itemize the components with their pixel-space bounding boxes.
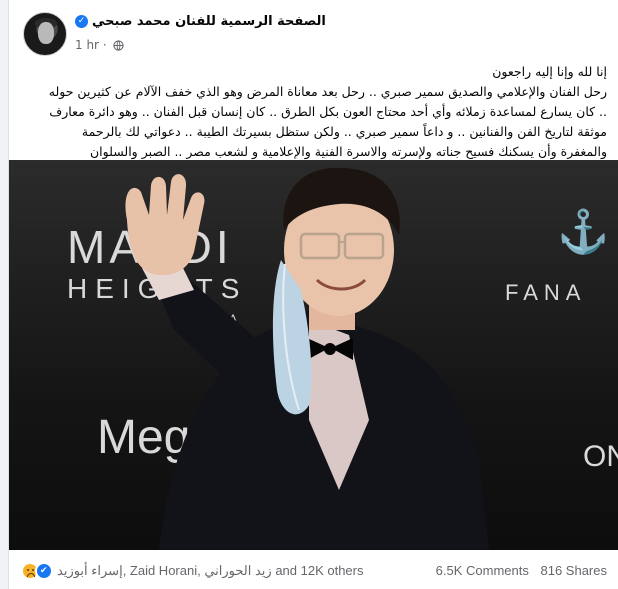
engagement-counts: 6.5K Comments 816 Shares [428,563,607,578]
page-name[interactable]: ✓ الصفحة الرسمية للفنان محمد صبحي [75,14,326,29]
page-avatar[interactable] [23,12,67,56]
post-text-line: رحل الفنان والإعلامي والصديق سمير صبري .… [48,84,607,99]
portrait-figure [125,167,489,550]
post-text-line: إنا لله وإنا إليه راجعون [492,64,607,79]
page-name-text[interactable]: الصفحة الرسمية للفنان محمد صبحي [92,14,326,29]
avatar-face [38,22,54,44]
post-text: إنا لله وإنا إليه راجعون رحل الفنان والإ… [21,62,607,162]
post-card: ✓ الصفحة الرسمية للفنان محمد صبحي 1 hr · … [8,0,618,589]
post-text-line: .. كان يسارع لمساعدة زملائه وأي أحد محتا… [49,104,607,119]
post-meta: 1 hr · [75,38,125,52]
post-header: ✓ الصفحة الرسمية للفنان محمد صبحي 1 hr · … [9,0,618,159]
post-text-line: موثقة لتاريخ الفن والفنانين .. و داعاً س… [81,124,607,139]
post-photo[interactable]: MAADI HEIGHTS SEA Mega FANA ⚓ ON [9,160,618,550]
like-reaction-icon[interactable] [35,562,53,580]
verified-badge-icon: ✓ [75,15,88,28]
comments-count[interactable]: 6.5K Comments [436,563,529,578]
post-text-line: والمغفرة وأن يسكنك فسيح جناته ولإسرته وا… [90,144,607,159]
shares-count[interactable]: 816 Shares [541,563,608,578]
waving-hand [125,174,205,276]
post-footer: إسراء أبوزيد, Zaid Horani, زيد الحوراني … [9,551,618,589]
reaction-names[interactable]: إسراء أبوزيد, Zaid Horani, زيد الحوراني … [57,563,364,579]
bow-tie-knot [324,343,336,355]
meta-separator: · [102,38,107,52]
post-time[interactable]: 1 hr [75,38,99,52]
globe-icon [113,40,125,51]
